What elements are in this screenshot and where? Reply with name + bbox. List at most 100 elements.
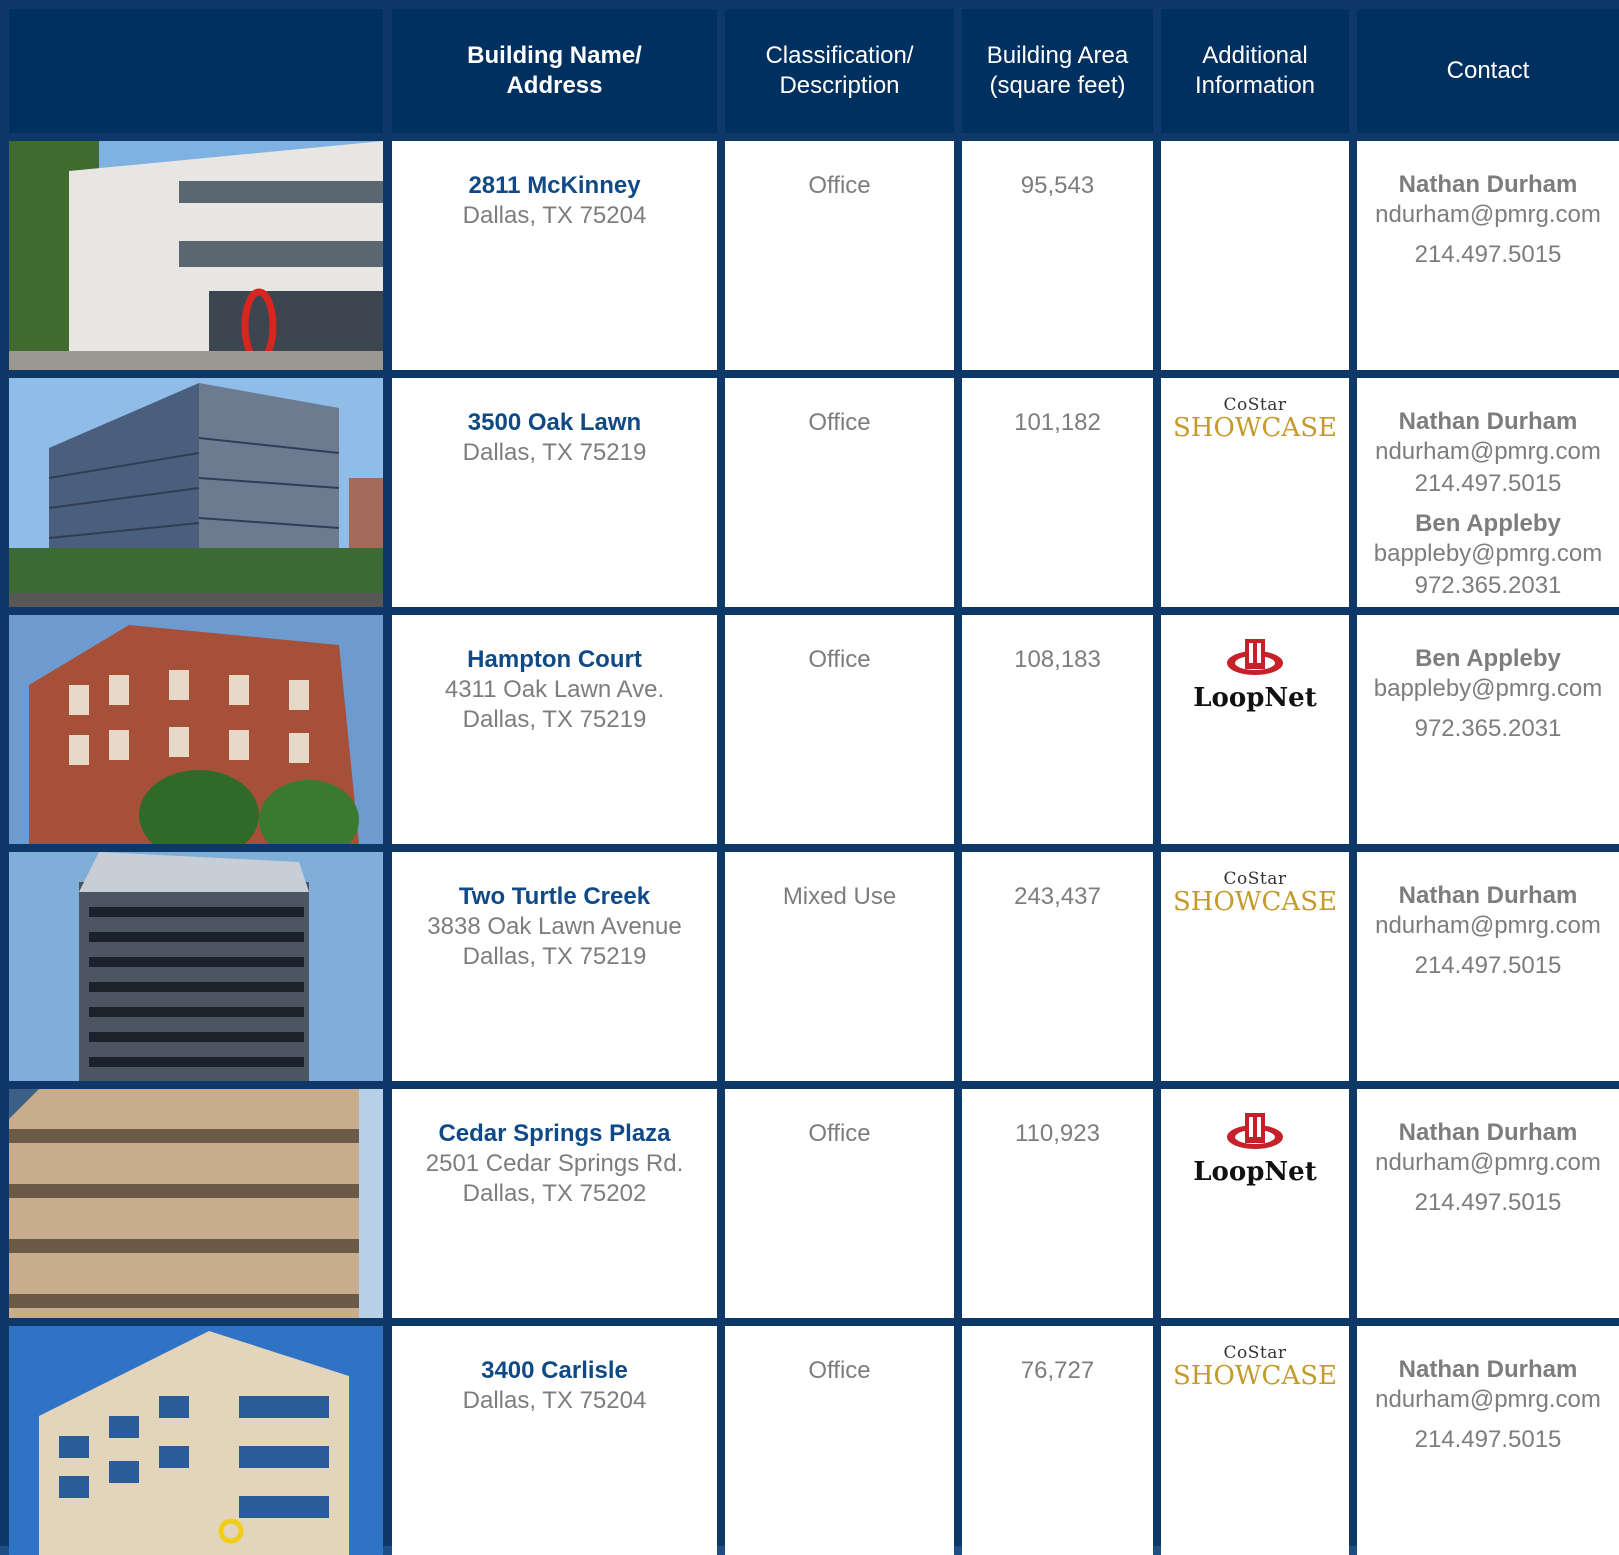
building-name-link[interactable]: Two Turtle Creek — [392, 882, 717, 912]
building-address-line: Dallas, TX 75219 — [462, 706, 647, 733]
contact-email-link[interactable]: ndurham@pmrg.com — [1357, 437, 1619, 467]
loopnet-building-icon — [1227, 1113, 1283, 1149]
building-photo — [9, 1326, 383, 1555]
building-area-value: 110,923 — [1015, 1120, 1100, 1147]
contact-phone: 972.365.2031 — [1414, 715, 1562, 742]
contact-name: Nathan Durham — [1398, 1119, 1578, 1146]
contact-name: Nathan Durham — [1398, 1356, 1578, 1383]
contact-email-link[interactable]: ndurham@pmrg.com — [1357, 1385, 1619, 1415]
contact-name: Nathan Durham — [1398, 882, 1578, 909]
costar-wordmark: CoStar — [1223, 1343, 1287, 1363]
contact-name: Ben Appleby — [1415, 510, 1561, 537]
contact-name: Nathan Durham — [1398, 171, 1578, 198]
costar-showcase-logo-link[interactable]: CoStar SHOWCASE — [1161, 396, 1349, 442]
building-name-link[interactable]: 3400 Carlisle — [392, 1356, 717, 1386]
showcase-wordmark: SHOWCASE — [1173, 1361, 1337, 1391]
header-building-name: Building Name/ Address — [392, 9, 717, 133]
contact-cell: Nathan Durham ndurham@pmrg.com 214.497.501… — [1357, 1326, 1619, 1555]
building-name-link[interactable]: 3500 Oak Lawn — [392, 408, 717, 438]
building-name-link[interactable]: 2811 McKinney — [392, 171, 717, 201]
building-name-cell: 3400 Carlisle Dallas, TX 75204 — [392, 1326, 717, 1555]
additional-info-cell: CoStar SHOWCASE — [1161, 852, 1349, 1081]
costar-wordmark: CoStar — [1223, 395, 1287, 415]
building-photo — [9, 852, 383, 1081]
building-area-cell: 108,183 — [962, 615, 1153, 844]
building-address-line: 4311 Oak Lawn Ave. — [444, 676, 665, 703]
building-address-line: Dallas, TX 75219 — [462, 439, 647, 466]
building-photo — [9, 615, 383, 844]
header-building-area: Building Area (square feet) — [962, 9, 1153, 133]
contact-email-link[interactable]: ndurham@pmrg.com — [1357, 1148, 1619, 1178]
building-address-line: Dallas, TX 75204 — [462, 1387, 647, 1414]
building-area-value: 95,543 — [1020, 172, 1095, 199]
building-address-line: Dallas, TX 75219 — [462, 943, 647, 970]
contact-cell: Nathan Durham ndurham@pmrg.com 214.497.501… — [1357, 378, 1619, 607]
contact-email-link[interactable]: bappleby@pmrg.com — [1357, 539, 1619, 569]
building-name-cell: Two Turtle Creek 3838 Oak Lawn Avenue Dall… — [392, 852, 717, 1081]
building-area-cell: 101,182 — [962, 378, 1153, 607]
classification-value: Office — [808, 409, 871, 436]
loopnet-logo-link[interactable]: LoopNet — [1161, 635, 1349, 713]
contact-cell: Nathan Durham ndurham@pmrg.com 214.497.501… — [1357, 852, 1619, 1081]
contact-phone: 972.365.2031 — [1414, 572, 1562, 599]
building-area-cell: 243,437 — [962, 852, 1153, 1081]
building-area-value: 76,727 — [1020, 1357, 1095, 1384]
building-area-cell: 95,543 — [962, 141, 1153, 370]
contact-email-link[interactable]: bappleby@pmrg.com — [1357, 674, 1619, 704]
classification-cell: Office — [725, 615, 954, 844]
contact-phone: 214.497.5015 — [1414, 952, 1562, 979]
contact-cell: Ben Appleby bappleby@pmrg.com 972.365.2031 — [1357, 615, 1619, 844]
header-contact: Contact — [1357, 9, 1619, 133]
building-photo — [9, 378, 383, 607]
header-classification: Classification/ Description — [725, 9, 954, 133]
additional-info-cell — [1161, 141, 1349, 370]
classification-value: Office — [808, 646, 871, 673]
building-photo — [9, 141, 383, 370]
building-area-cell: 110,923 — [962, 1089, 1153, 1318]
building-address-line: Dallas, TX 75202 — [462, 1180, 647, 1207]
contact-email-link[interactable]: ndurham@pmrg.com — [1357, 200, 1619, 230]
classification-cell: Mixed Use — [725, 852, 954, 1081]
costar-wordmark: CoStar — [1223, 869, 1287, 889]
loopnet-building-icon — [1227, 639, 1283, 675]
additional-info-cell: LoopNet — [1161, 1089, 1349, 1318]
building-address-line: 2501 Cedar Springs Rd. — [425, 1150, 684, 1177]
building-area-value: 101,182 — [1014, 409, 1101, 436]
building-name-link[interactable]: Cedar Springs Plaza — [392, 1119, 717, 1149]
classification-value: Mixed Use — [782, 883, 897, 910]
building-address-line: 3838 Oak Lawn Avenue — [427, 913, 682, 940]
costar-showcase-logo-link[interactable]: CoStar SHOWCASE — [1161, 1344, 1349, 1390]
classification-cell: Office — [725, 1326, 954, 1555]
additional-info-cell: LoopNet — [1161, 615, 1349, 844]
building-name-cell: 3500 Oak Lawn Dallas, TX 75219 — [392, 378, 717, 607]
classification-value: Office — [808, 1357, 871, 1384]
classification-value: Office — [808, 1120, 871, 1147]
building-name-cell: Cedar Springs Plaza 2501 Cedar Springs Rd… — [392, 1089, 717, 1318]
costar-showcase-logo-link[interactable]: CoStar SHOWCASE — [1161, 870, 1349, 916]
loopnet-logo-link[interactable]: LoopNet — [1161, 1109, 1349, 1187]
showcase-wordmark: SHOWCASE — [1173, 887, 1337, 917]
contact-phone: 214.497.5015 — [1414, 1189, 1562, 1216]
loopnet-wordmark: LoopNet — [1193, 1157, 1317, 1187]
loopnet-wordmark: LoopNet — [1193, 683, 1317, 713]
header-photo-column — [9, 9, 383, 133]
building-name-link[interactable]: Hampton Court — [392, 645, 717, 675]
classification-cell: Office — [725, 378, 954, 607]
contact-phone: 214.497.5015 — [1414, 241, 1562, 268]
contact-name: Nathan Durham — [1398, 408, 1578, 435]
contact-cell: Nathan Durham ndurham@pmrg.com 214.497.501… — [1357, 141, 1619, 370]
building-name-cell: 2811 McKinney Dallas, TX 75204 — [392, 141, 717, 370]
building-name-cell: Hampton Court 4311 Oak Lawn Ave. Dallas, T… — [392, 615, 717, 844]
additional-info-cell: CoStar SHOWCASE — [1161, 378, 1349, 607]
classification-cell: Office — [725, 141, 954, 370]
contact-phone: 214.497.5015 — [1414, 1426, 1562, 1453]
contact-email-link[interactable]: ndurham@pmrg.com — [1357, 911, 1619, 941]
showcase-wordmark: SHOWCASE — [1173, 413, 1337, 443]
building-photo — [9, 1089, 383, 1318]
classification-value: Office — [808, 172, 871, 199]
property-listing-table: Building Name/ Address Classification/ D… — [0, 0, 1619, 1555]
contact-cell: Nathan Durham ndurham@pmrg.com 214.497.501… — [1357, 1089, 1619, 1318]
additional-info-cell: CoStar SHOWCASE — [1161, 1326, 1349, 1555]
contact-name: Ben Appleby — [1415, 645, 1561, 672]
classification-cell: Office — [725, 1089, 954, 1318]
